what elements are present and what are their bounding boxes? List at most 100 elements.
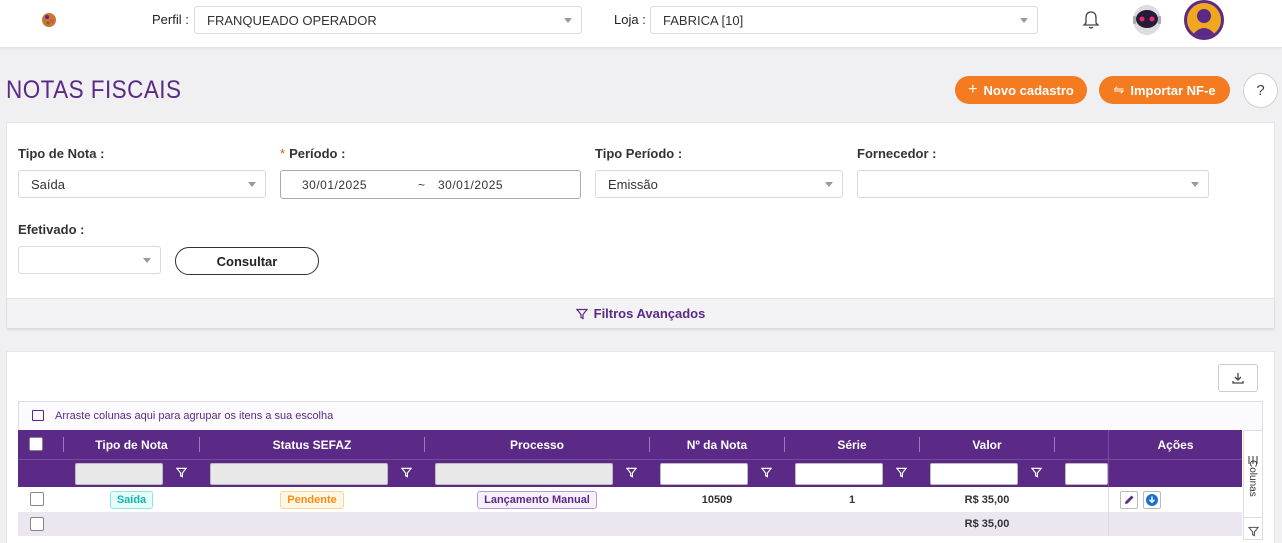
download-icon — [1232, 373, 1244, 384]
user-icon — [1191, 9, 1217, 37]
columns-side-label[interactable]: Colunas — [1247, 460, 1258, 497]
filter-icon[interactable] — [1031, 467, 1042, 478]
filter-status-sefaz-input[interactable] — [210, 463, 388, 485]
bell-icon[interactable] — [1082, 10, 1100, 30]
chevron-down-icon — [825, 182, 833, 187]
top-bar: Perfil : FRANQUEADO OPERADOR Loja : FABR… — [0, 0, 1282, 48]
periodo-label-text: Período : — [289, 146, 346, 161]
cell-processo: Lançamento Manual — [425, 487, 649, 512]
tipo-nota-value: Saída — [31, 177, 65, 192]
filter-icon[interactable] — [626, 467, 637, 478]
new-record-button[interactable]: + Novo cadastro — [955, 76, 1087, 104]
filter-tipo-nota-input[interactable] — [75, 463, 163, 485]
filter-icon[interactable] — [761, 467, 772, 478]
column-header-tipo-nota[interactable]: Tipo de Nota — [64, 430, 199, 459]
logo-icon[interactable] — [38, 8, 60, 30]
cell-valor: R$ 35,00 — [964, 493, 1010, 506]
column-separator — [1054, 437, 1055, 452]
efetivado-label: Efetivado : — [18, 222, 85, 237]
filter-icon[interactable] — [896, 467, 907, 478]
column-header-status-sefaz[interactable]: Status SEFAZ — [200, 430, 424, 459]
table-row[interactable]: Saída Pendente Lançamento Manual 10509 1… — [18, 487, 1108, 512]
side-panel-divider — [1244, 517, 1262, 518]
grid-filter-row — [18, 459, 1108, 487]
totals-acoes-cell — [1108, 512, 1242, 536]
cell-status-sefaz: Pendente — [200, 487, 424, 512]
row-actions — [1108, 487, 1242, 512]
column-header-serie[interactable]: Série — [785, 430, 919, 459]
select-all-checkbox[interactable] — [29, 437, 43, 451]
processo-tag: Lançamento Manual — [477, 490, 597, 509]
group-panel-hint: Arraste colunas aqui para agrupar os ite… — [55, 410, 334, 422]
filter-serie-input[interactable] — [795, 463, 883, 485]
profile-select[interactable]: FRANQUEADO OPERADOR — [194, 6, 582, 34]
tipo-periodo-value: Emissão — [608, 177, 658, 192]
edit-button[interactable] — [1120, 491, 1138, 509]
totals-checkbox[interactable] — [30, 517, 44, 531]
tipo-periodo-label: Tipo Período : — [595, 146, 683, 161]
consultar-button[interactable]: Consultar — [175, 247, 319, 275]
advanced-filters-toggle[interactable]: Filtros Avançados — [7, 298, 1274, 328]
acoes-filter-cell — [1108, 459, 1242, 487]
row-checkbox[interactable] — [30, 492, 44, 506]
group-panel-icon — [32, 410, 44, 421]
status-badge: Pendente — [280, 490, 344, 509]
filter-icon[interactable] — [176, 467, 187, 478]
periodo-start[interactable]: 30/01/2025 — [302, 178, 367, 192]
chevron-down-icon — [1020, 18, 1028, 23]
chevron-down-icon — [564, 18, 572, 23]
export-button[interactable] — [1218, 364, 1258, 392]
column-header-processo[interactable]: Processo — [425, 430, 649, 459]
profile-label: Perfil : — [152, 12, 189, 27]
fornecedor-select[interactable] — [857, 170, 1209, 198]
swap-icon: ⇋ — [1113, 82, 1125, 97]
plus-icon: + — [968, 81, 978, 98]
chevron-down-icon — [1191, 182, 1199, 187]
filter-icon[interactable] — [1248, 526, 1259, 537]
fornecedor-label: Fornecedor : — [857, 146, 937, 161]
help-button[interactable]: ? — [1243, 73, 1278, 108]
cell-serie: 1 — [848, 493, 856, 506]
periodo-date-range[interactable]: 30/01/2025 ~ 30/01/2025 — [280, 170, 581, 199]
store-select[interactable]: FABRICA [10] — [650, 6, 1038, 34]
column-header-acoes: Ações — [1108, 430, 1242, 459]
chevron-down-icon — [143, 258, 151, 263]
periodo-separator: ~ — [418, 178, 426, 192]
column-header-valor[interactable]: Valor — [920, 430, 1054, 459]
filter-icon[interactable] — [401, 467, 412, 478]
filter-icon — [575, 308, 588, 319]
filter-processo-input[interactable] — [435, 463, 613, 485]
new-record-label: Novo cadastro — [983, 82, 1074, 98]
column-header-numero-nota[interactable]: Nº da Nota — [650, 430, 784, 459]
robot-assistant-icon[interactable] — [1130, 2, 1164, 40]
grid-card: Arraste colunas aqui para agrupar os ite… — [6, 351, 1275, 543]
filter-numero-nota-input[interactable] — [660, 463, 748, 485]
cell-numero-nota: 10509 — [701, 493, 733, 506]
periodo-end[interactable]: 30/01/2025 — [438, 178, 503, 192]
totals-row: R$ 35,00 — [18, 512, 1108, 536]
page-title: NOTAS FISCAIS — [6, 76, 182, 104]
periodo-label: * Período : — [280, 146, 346, 161]
filter-extra-input[interactable] — [1065, 463, 1108, 485]
tipo-nota-tag: Saída — [109, 490, 154, 509]
import-nfe-button[interactable]: ⇋ Importar NF-e — [1099, 76, 1230, 104]
import-nfe-label: Importar NF-e — [1130, 82, 1216, 98]
cell-tipo-nota: Saída — [64, 487, 199, 512]
chevron-down-icon — [248, 182, 256, 187]
total-valor: R$ 35,00 — [964, 518, 1010, 530]
tipo-nota-label: Tipo de Nota : — [18, 146, 105, 161]
download-xml-button[interactable] — [1143, 491, 1161, 509]
store-select-value: FABRICA [10] — [663, 13, 744, 28]
tipo-periodo-select[interactable]: Emissão — [595, 170, 843, 198]
efetivado-select[interactable] — [18, 246, 161, 274]
profile-select-value: FRANQUEADO OPERADOR — [207, 13, 377, 28]
store-label: Loja : — [614, 12, 646, 27]
tipo-nota-select[interactable]: Saída — [18, 170, 266, 198]
group-panel[interactable]: Arraste colunas aqui para agrupar os ite… — [18, 401, 1263, 430]
grid-header: Tipo de Nota Status SEFAZ Processo Nº da… — [18, 430, 1108, 459]
pencil-icon — [1125, 495, 1134, 504]
filter-card: Tipo de Nota : Saída * Período : 30/01/20… — [6, 122, 1275, 328]
filter-valor-input[interactable] — [930, 463, 1018, 485]
user-avatar[interactable] — [1184, 0, 1224, 40]
advanced-filters-label: Filtros Avançados — [593, 306, 706, 321]
